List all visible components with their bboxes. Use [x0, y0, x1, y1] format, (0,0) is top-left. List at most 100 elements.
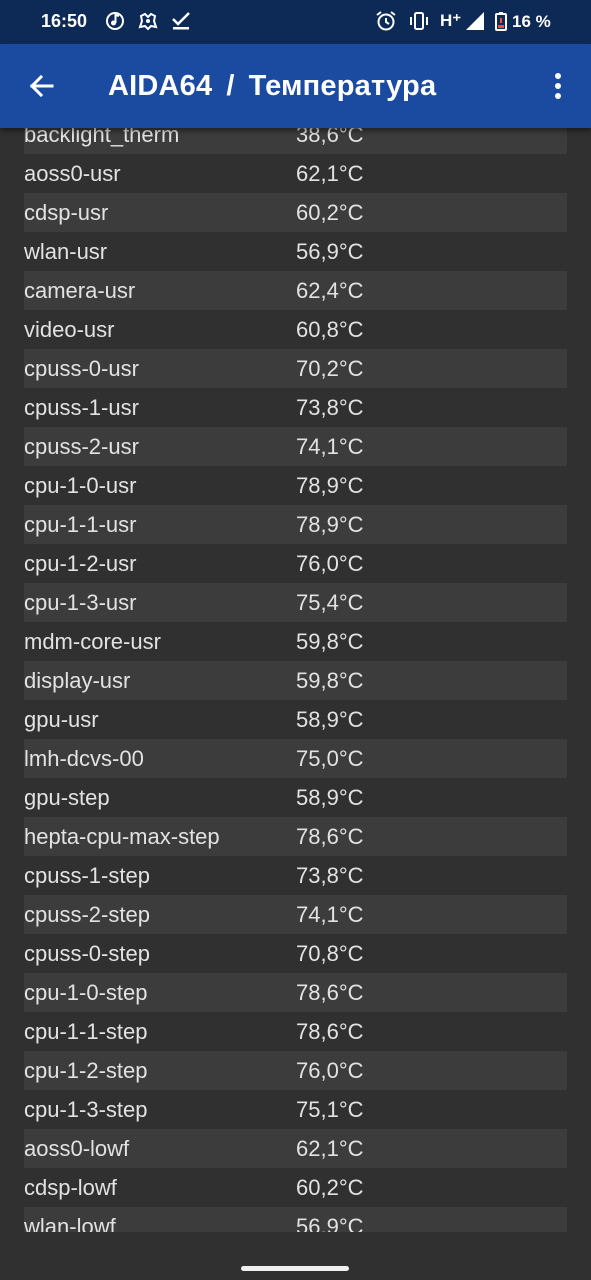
sensor-value: 78,9°C: [296, 473, 364, 498]
list-item[interactable]: wlan-usr 56,9°C: [24, 232, 567, 271]
app-name: AIDA64: [108, 70, 213, 102]
sensor-name: aoss0-lowf: [24, 1136, 130, 1161]
list-item[interactable]: cpuss-2-step 74,1°C: [24, 895, 567, 934]
sensor-name: display-usr: [24, 668, 131, 693]
sensor-value: 60,8°C: [296, 317, 364, 342]
sensor-name: cpu-1-3-usr: [24, 590, 137, 615]
list-item[interactable]: camera-usr 62,4°C: [24, 271, 567, 310]
list-item[interactable]: cpu-1-3-step 75,1°C: [24, 1090, 567, 1129]
list-item[interactable]: cpu-1-3-usr 75,4°C: [24, 583, 567, 622]
list-item[interactable]: cdsp-usr 60,2°C: [24, 193, 567, 232]
list-item[interactable]: cpuss-0-step 70,8°C: [24, 934, 567, 973]
status-bar: 16:50 H⁺ 16 %: [0, 0, 591, 44]
back-arrow-icon[interactable]: [22, 66, 62, 106]
sensor-value: 60,2°C: [296, 200, 364, 225]
sensor-name: cpu-1-2-usr: [24, 551, 137, 576]
list-item[interactable]: cpu-1-1-usr 78,9°C: [24, 505, 567, 544]
navigation-bar: [0, 1232, 591, 1280]
sensor-value: 56,9°C: [296, 1214, 364, 1232]
sensor-name: hepta-cpu-max-step: [24, 824, 220, 849]
more-options-icon[interactable]: [538, 66, 578, 106]
section-title: Температура: [248, 70, 437, 102]
signal-icon: [466, 12, 484, 30]
sensor-name: cdsp-usr: [24, 200, 109, 225]
list-item[interactable]: aoss0-usr 62,1°C: [24, 154, 567, 193]
sensor-name: cpuss-2-usr: [24, 434, 139, 459]
list-item[interactable]: hepta-cpu-max-step 78,6°C: [24, 817, 567, 856]
sensor-value: 62,1°C: [296, 161, 364, 186]
sensor-value: 62,1°C: [296, 1136, 364, 1161]
vibrate-icon: [410, 12, 428, 30]
sensor-name: gpu-step: [24, 785, 110, 810]
sensor-value: 74,1°C: [296, 434, 364, 459]
sensor-name: cpuss-0-usr: [24, 356, 139, 381]
sensor-name: cpu-1-0-step: [24, 980, 148, 1005]
battery-percent: 16 %: [512, 12, 551, 31]
sensor-name: gpu-usr: [24, 707, 99, 732]
sensor-name: cpu-1-2-step: [24, 1058, 148, 1083]
sensor-value: 73,8°C: [296, 395, 364, 420]
list-item[interactable]: cpu-1-0-step 78,6°C: [24, 973, 567, 1012]
sensor-value: 73,8°C: [296, 863, 364, 888]
sensor-name: cpuss-2-step: [24, 902, 150, 927]
sensor-name: video-usr: [24, 317, 115, 342]
sensor-value: 76,0°C: [296, 1058, 364, 1083]
sensor-name: lmh-dcvs-00: [24, 746, 144, 771]
list-item[interactable]: mdm-core-usr 59,8°C: [24, 622, 567, 661]
sensor-name: wlan-usr: [24, 239, 108, 264]
sensor-value: 74,1°C: [296, 902, 364, 927]
sensor-value: 58,9°C: [296, 707, 364, 732]
list-item[interactable]: cpu-1-0-usr 78,9°C: [24, 466, 567, 505]
list-item[interactable]: gpu-usr 58,9°C: [24, 700, 567, 739]
sensor-name: cpuss-1-usr: [24, 395, 139, 420]
sensor-name: mdm-core-usr: [24, 629, 161, 654]
sensor-name: aoss0-usr: [24, 161, 121, 186]
list-item[interactable]: gpu-step 58,9°C: [24, 778, 567, 817]
list-item[interactable]: cdsp-lowf 60,2°C: [24, 1168, 567, 1207]
sensor-name: backlight_therm: [24, 128, 180, 147]
list-item[interactable]: cpuss-1-usr 73,8°C: [24, 388, 567, 427]
sensor-value: 60,2°C: [296, 1175, 364, 1200]
sensor-value: 62,4°C: [296, 278, 364, 303]
list-item[interactable]: cpuss-0-usr 70,2°C: [24, 349, 567, 388]
sensor-value: 70,2°C: [296, 356, 364, 381]
status-time: 16:50: [41, 11, 88, 31]
sensor-value: 38,6°C: [296, 128, 364, 147]
list-item[interactable]: lmh-dcvs-00 75,0°C: [24, 739, 567, 778]
sensor-value: 75,4°C: [296, 590, 364, 615]
list-item[interactable]: cpu-1-2-usr 76,0°C: [24, 544, 567, 583]
sensor-value: 56,9°C: [296, 239, 364, 264]
temperature-rows: backlight_therm 38,6°C aoss0-usr 62,1°C cdsp…: [24, 128, 567, 1232]
temperature-list[interactable]: backlight_therm 38,6°C aoss0-usr 62,1°C cdsp…: [24, 128, 567, 1232]
list-item[interactable]: cpuss-2-usr 74,1°C: [24, 427, 567, 466]
list-item[interactable]: wlan-lowf 56,9°C: [24, 1207, 567, 1232]
list-item[interactable]: video-usr 60,8°C: [24, 310, 567, 349]
sensor-name: wlan-lowf: [24, 1214, 116, 1232]
sensor-value: 75,1°C: [296, 1097, 364, 1122]
alarm-icon: [376, 11, 396, 31]
sensor-value: 78,9°C: [296, 512, 364, 537]
list-item[interactable]: backlight_therm 38,6°C: [24, 128, 567, 154]
sensor-value: 59,8°C: [296, 629, 364, 654]
list-item[interactable]: cpu-1-1-step 78,6°C: [24, 1012, 567, 1051]
app-bar: AIDA64 / Температура: [0, 44, 591, 128]
sensor-name: cpuss-1-step: [24, 863, 150, 888]
sensor-value: 75,0°C: [296, 746, 364, 771]
home-gesture-handle[interactable]: [241, 1266, 349, 1271]
network-type: H⁺: [440, 11, 462, 30]
list-item[interactable]: cpu-1-2-step 76,0°C: [24, 1051, 567, 1090]
sensor-value: 76,0°C: [296, 551, 364, 576]
check-icon: [172, 12, 190, 30]
sensor-value: 78,6°C: [296, 1019, 364, 1044]
music-note-icon: [106, 12, 124, 30]
sensor-value: 70,8°C: [296, 941, 364, 966]
sensor-value: 58,9°C: [296, 785, 364, 810]
game-icon: [138, 12, 158, 31]
page-title: AIDA64 / Температура: [108, 70, 436, 103]
sensor-value: 78,6°C: [296, 980, 364, 1005]
list-item[interactable]: cpuss-1-step 73,8°C: [24, 856, 567, 895]
list-item[interactable]: display-usr 59,8°C: [24, 661, 567, 700]
list-item[interactable]: aoss0-lowf 62,1°C: [24, 1129, 567, 1168]
sensor-value: 78,6°C: [296, 824, 364, 849]
sensor-value: 59,8°C: [296, 668, 364, 693]
